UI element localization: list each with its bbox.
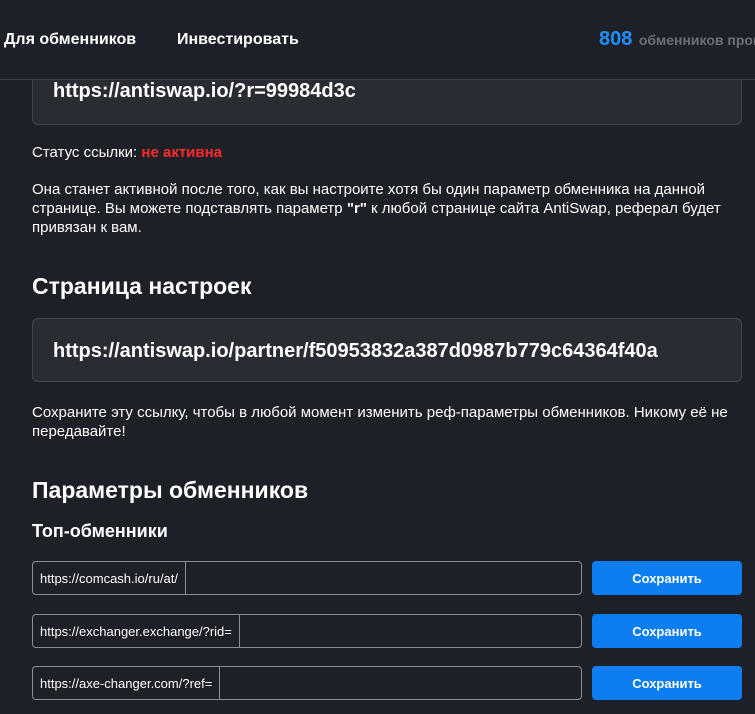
save-button[interactable]: Сохранить bbox=[592, 561, 742, 595]
ref-param-group: https://comcash.io/ru/at/ bbox=[32, 561, 582, 595]
nav-link-invest[interactable]: Инвестировать bbox=[177, 31, 299, 49]
exchangers-count: 808 bbox=[599, 28, 633, 50]
exchangers-counter: 808 обменников пров bbox=[599, 28, 755, 51]
exchanger-row: https://exchanger.exchange/?rid= Сохрани… bbox=[32, 614, 742, 648]
exchangers-params-title: Параметры обменников bbox=[32, 477, 309, 503]
referral-info-text: Она станет активной после того, как вы н… bbox=[32, 180, 732, 237]
exchanger-row: https://comcash.io/ru/at/ Сохранить bbox=[32, 561, 742, 595]
link-status-label: Статус ссылки: bbox=[32, 144, 138, 161]
ref-param-input[interactable] bbox=[186, 562, 581, 594]
settings-page-title: Страница настроек bbox=[32, 273, 252, 299]
save-button[interactable]: Сохранить bbox=[592, 614, 742, 648]
ref-param-group: https://exchanger.exchange/?rid= bbox=[32, 614, 582, 648]
exchanger-row: https://axe-changer.com/?ref= Сохранить bbox=[32, 666, 742, 700]
settings-note: Сохраните эту ссылку, чтобы в любой моме… bbox=[32, 404, 728, 440]
top-navigation: Для обменников Инвестировать 808 обменни… bbox=[0, 0, 755, 80]
exchangers-count-label: обменников пров bbox=[638, 32, 755, 48]
ref-url-prefix: https://comcash.io/ru/at/ bbox=[33, 562, 187, 594]
ref-url-prefix: https://exchanger.exchange/?rid= bbox=[33, 615, 240, 647]
settings-link-box[interactable]: https://antiswap.io/partner/f50953832a38… bbox=[32, 318, 742, 382]
nav-link-for-exchangers[interactable]: Для обменников bbox=[4, 31, 136, 49]
top-exchangers-subtitle: Топ-обменники bbox=[32, 521, 168, 541]
save-button[interactable]: Сохранить bbox=[592, 666, 742, 700]
ref-url-prefix: https://axe-changer.com/?ref= bbox=[33, 667, 221, 699]
referral-info-param: "r" bbox=[346, 200, 367, 217]
ref-param-input[interactable] bbox=[220, 667, 581, 699]
link-status-value: не активна bbox=[141, 144, 223, 161]
link-status: Статус ссылки: не активна bbox=[32, 144, 222, 161]
ref-param-group: https://axe-changer.com/?ref= bbox=[32, 666, 582, 700]
ref-param-input[interactable] bbox=[239, 615, 581, 647]
